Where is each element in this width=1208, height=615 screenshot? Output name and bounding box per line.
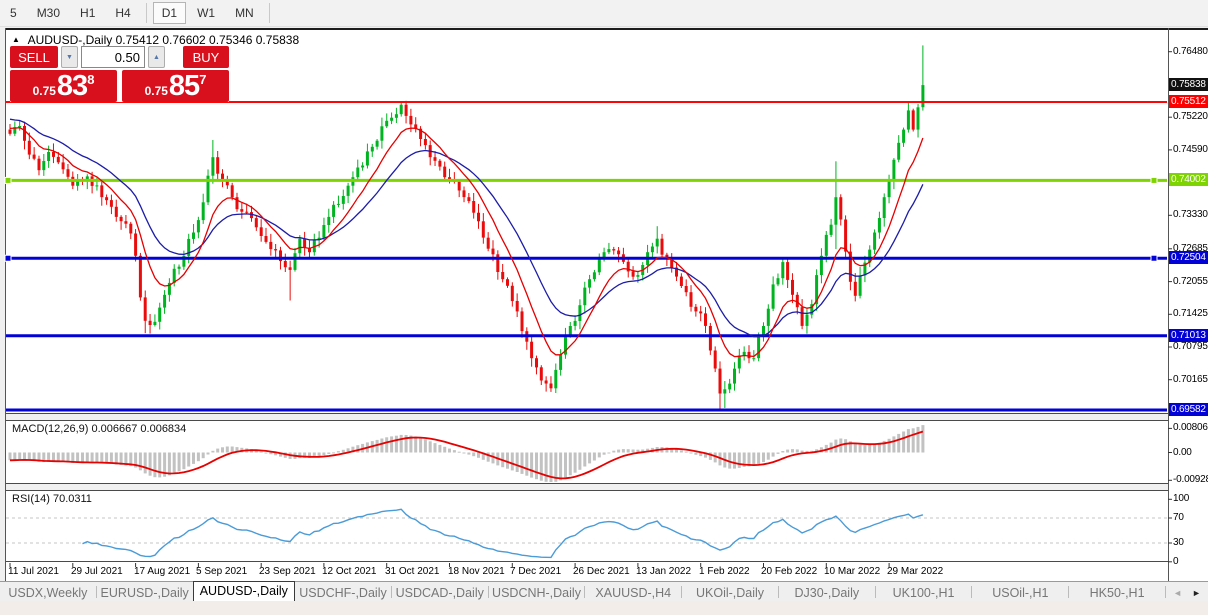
tab-usdx-weekly[interactable]: USDX,Weekly bbox=[0, 585, 96, 601]
date-label: 5 Sep 2021 bbox=[196, 566, 247, 577]
tab-audusd-daily[interactable]: AUDUSD-,Daily bbox=[193, 581, 296, 601]
tab-dj30-daily[interactable]: DJ30-,Daily bbox=[779, 585, 875, 601]
macd-axis-tick-label: 0.008061 bbox=[1173, 422, 1208, 434]
price-axis-tick-label: 0.70165 bbox=[1173, 374, 1208, 386]
tab-eurusd-daily[interactable]: EURUSD-,Daily bbox=[97, 585, 193, 601]
chart-symbol-period: AUDUSD-,Daily bbox=[28, 33, 113, 47]
one-click-trade-panel: SELL ▼ ▲ BUY 0.75 83 8 0.75 85 7 bbox=[10, 46, 229, 102]
rsi-axis-tick-label: 0 bbox=[1173, 556, 1178, 568]
date-label: 29 Jul 2021 bbox=[71, 566, 123, 577]
price-axis-tick-label: 0.71425 bbox=[1173, 308, 1208, 320]
tab-hk50-h1[interactable]: HK50-,H1 bbox=[1069, 585, 1165, 601]
rsi-axis-tick-label: 70 bbox=[1173, 512, 1184, 524]
buy-price-small: 0.75 bbox=[145, 84, 168, 98]
volume-decrease-button[interactable]: ▼ bbox=[61, 46, 78, 68]
tab-ukoil-daily[interactable]: UKOil-,Daily bbox=[682, 585, 778, 601]
price-axis-tick-label: 0.74590 bbox=[1173, 144, 1208, 156]
up-arrow-icon: ▲ bbox=[153, 54, 160, 61]
date-label: 26 Dec 2021 bbox=[573, 566, 630, 577]
down-arrow-icon: ▼ bbox=[66, 54, 73, 61]
sell-price-button[interactable]: 0.75 83 8 bbox=[10, 70, 117, 102]
buy-price-sup: 7 bbox=[199, 72, 206, 87]
tab-usoil-h1[interactable]: USOil-,H1 bbox=[972, 585, 1068, 601]
date-label: 1 Feb 2022 bbox=[699, 566, 750, 577]
sell-button[interactable]: SELL bbox=[10, 46, 58, 68]
buy-price-button[interactable]: 0.75 85 7 bbox=[122, 70, 229, 102]
collapse-icon[interactable]: ▲ bbox=[12, 35, 20, 44]
tab-usdchf-daily[interactable]: USDCHF-,Daily bbox=[295, 585, 391, 601]
date-label: 23 Sep 2021 bbox=[259, 566, 316, 577]
price-badge: 0.71013 bbox=[1169, 329, 1208, 342]
price-badge: 0.74002 bbox=[1169, 173, 1208, 186]
macd-axis-tick-label: -0.00928 bbox=[1173, 474, 1208, 486]
chart-tab-bar: USDX,WeeklyEURUSD-,DailyAUDUSD-,DailyUSD… bbox=[0, 581, 1208, 601]
macd-label: MACD(12,26,9) 0.006667 0.006834 bbox=[12, 423, 186, 435]
sell-price-big: 83 bbox=[57, 71, 87, 101]
buy-price-big: 85 bbox=[169, 71, 199, 101]
horizontal-level-lines bbox=[5, 102, 1167, 410]
volume-increase-button[interactable]: ▲ bbox=[148, 46, 165, 68]
rsi-label: RSI(14) 70.0311 bbox=[12, 493, 92, 505]
date-label: 20 Feb 2022 bbox=[761, 566, 817, 577]
tab-uk100-h1[interactable]: UK100-,H1 bbox=[876, 585, 972, 601]
tab-xauusd-h4[interactable]: XAUUSD-,H4 bbox=[585, 585, 681, 601]
chart-ohlc-values: 0.75412 0.76602 0.75346 0.75838 bbox=[116, 33, 300, 47]
date-label: 17 Aug 2021 bbox=[134, 566, 190, 577]
date-label: 11 Jul 2021 bbox=[8, 566, 59, 577]
date-label: 18 Nov 2021 bbox=[448, 566, 505, 577]
rsi-axis-tick-label: 30 bbox=[1173, 537, 1184, 549]
tab-usdcad-daily[interactable]: USDCAD-,Daily bbox=[392, 585, 488, 601]
volume-input[interactable] bbox=[81, 46, 145, 68]
price-badge: 0.75838 bbox=[1169, 78, 1208, 91]
rsi-series bbox=[6, 509, 1167, 557]
price-badge: 0.72504 bbox=[1169, 251, 1208, 264]
price-badge: 0.69582 bbox=[1169, 403, 1208, 416]
sell-price-small: 0.75 bbox=[33, 84, 56, 98]
date-label: 13 Jan 2022 bbox=[636, 566, 691, 577]
price-axis-tick-label: 0.76480 bbox=[1173, 46, 1208, 58]
price-axis-tick-label: 0.73330 bbox=[1173, 209, 1208, 221]
chart-title: ▲ AUDUSD-,Daily 0.75412 0.76602 0.75346 … bbox=[12, 33, 299, 47]
price-axis-tick-label: 0.75220 bbox=[1173, 111, 1208, 123]
date-label: 29 Mar 2022 bbox=[887, 566, 943, 577]
tab-scroll-arrows: ◄► bbox=[1166, 585, 1208, 601]
buy-button[interactable]: BUY bbox=[183, 46, 229, 68]
moving-averages bbox=[10, 119, 923, 356]
sell-price-sup: 8 bbox=[87, 72, 94, 87]
price-axis-tick-label: 0.70795 bbox=[1173, 341, 1208, 353]
tab-scroll-left-button[interactable]: ◄ bbox=[1173, 588, 1182, 598]
rsi-axis-tick-label: 100 bbox=[1173, 493, 1189, 505]
price-badge: 0.75512 bbox=[1169, 95, 1208, 108]
date-label: 10 Mar 2022 bbox=[824, 566, 880, 577]
axis-tick-marks bbox=[10, 52, 1172, 567]
tab-scroll-right-button[interactable]: ► bbox=[1192, 588, 1201, 598]
date-label: 7 Dec 2021 bbox=[510, 566, 561, 577]
price-axis-tick-label: 0.72055 bbox=[1173, 276, 1208, 288]
date-label: 12 Oct 2021 bbox=[322, 566, 376, 577]
tab-usdcnh-daily[interactable]: USDCNH-,Daily bbox=[489, 585, 585, 601]
date-label: 31 Oct 2021 bbox=[385, 566, 439, 577]
macd-axis-tick-label: 0.00 bbox=[1173, 447, 1192, 459]
